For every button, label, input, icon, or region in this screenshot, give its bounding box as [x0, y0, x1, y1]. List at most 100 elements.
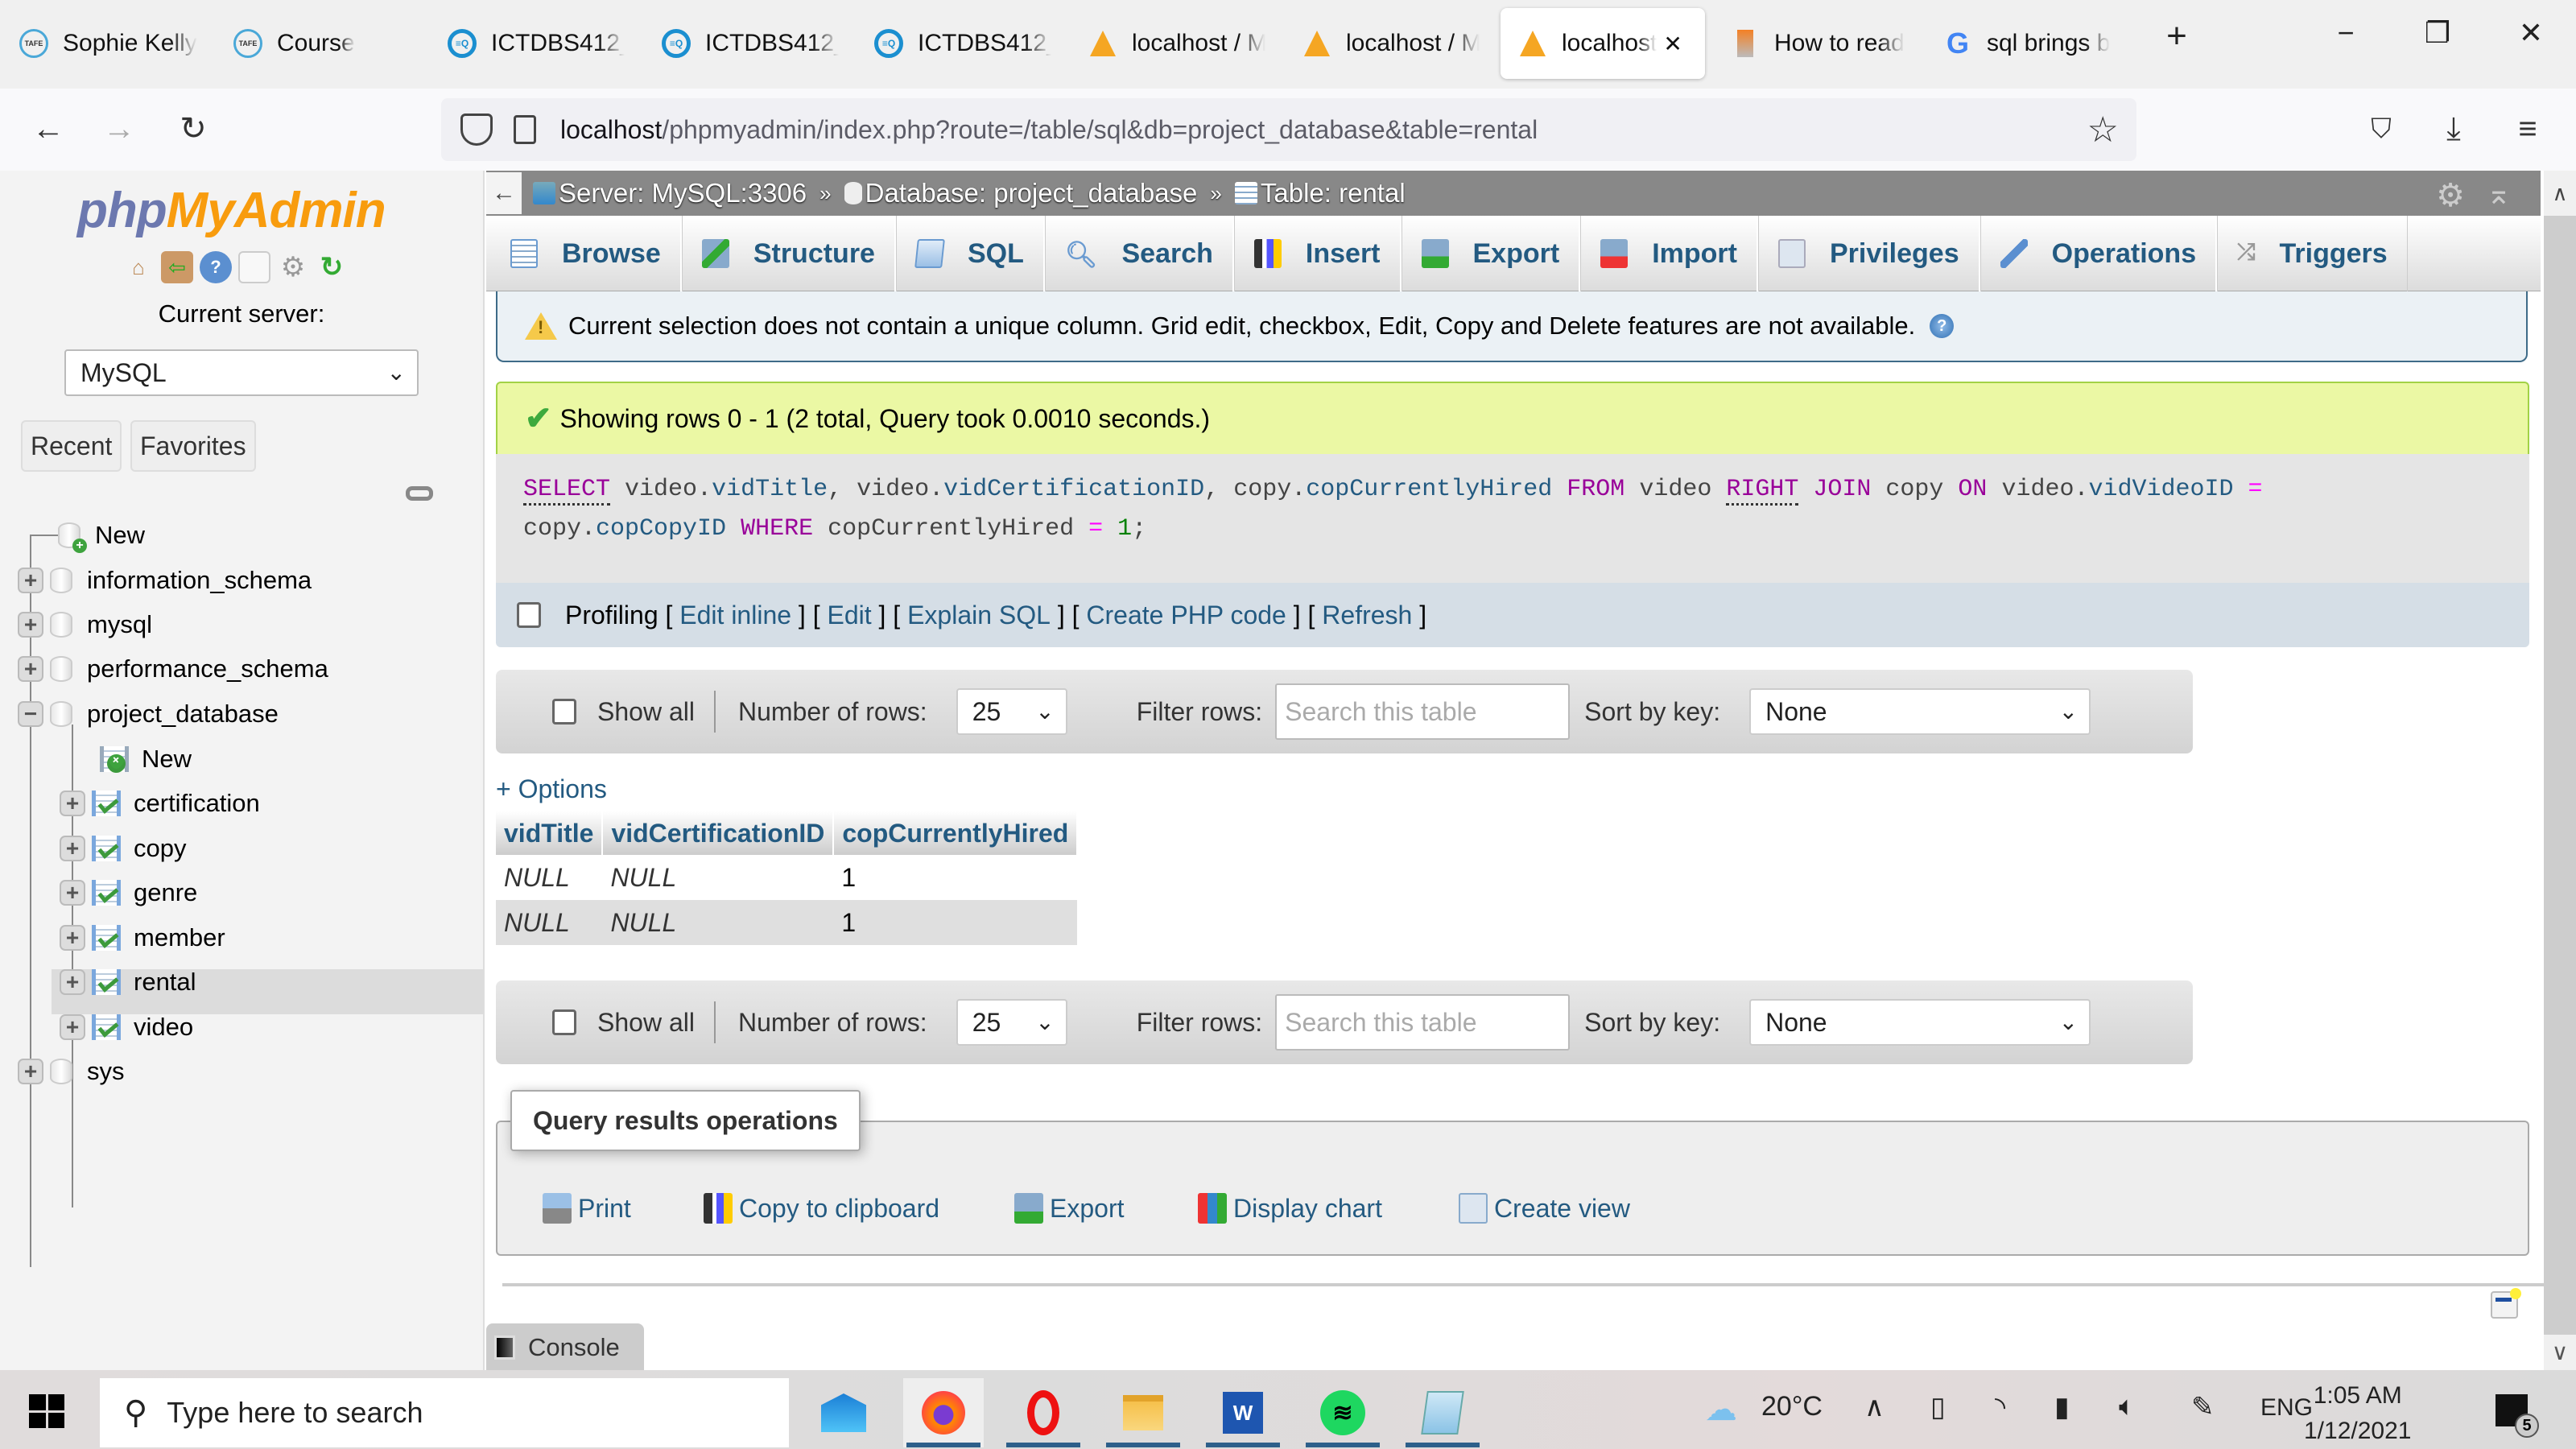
- tree-db-information-schema[interactable]: + information_schema: [18, 560, 312, 601]
- edit-inline-link[interactable]: Edit inline: [679, 601, 791, 630]
- expand-plus-icon[interactable]: +: [60, 791, 85, 816]
- column-header[interactable]: copCurrentlyHired: [833, 811, 1079, 855]
- server-select[interactable]: MySQL ⌄: [64, 349, 419, 396]
- meet-now-icon[interactable]: ▯: [1930, 1391, 1946, 1423]
- back-arrow-icon[interactable]: ←: [486, 172, 522, 214]
- favorites-button[interactable]: Favorites: [130, 420, 256, 472]
- download-icon[interactable]: ⤓: [2431, 106, 2476, 151]
- filter-rows-input[interactable]: Search this table: [1275, 994, 1571, 1051]
- logout-icon[interactable]: ⇦: [161, 251, 193, 283]
- phpmyadmin-logo[interactable]: phpMyAdmin: [77, 182, 386, 239]
- expand-plus-icon[interactable]: +: [60, 969, 85, 995]
- restore-button[interactable]: ❐: [2413, 16, 2462, 50]
- number-of-rows-select[interactable]: 25 ⌄: [956, 688, 1067, 735]
- browser-tab[interactable]: TAFE Course: [233, 8, 394, 79]
- browser-tab[interactable]: ≡Q ICTDBS412_: [874, 8, 1051, 79]
- tree-new-database[interactable]: New: [58, 515, 145, 555]
- menu-icon[interactable]: ≡: [2505, 106, 2550, 151]
- forward-arrow-icon[interactable]: →: [97, 106, 142, 151]
- filter-rows-input[interactable]: Search this table: [1275, 683, 1571, 740]
- settings-gear-icon[interactable]: ⚙: [277, 251, 309, 283]
- browser-tab[interactable]: How to read: [1731, 8, 1916, 79]
- sql-keyword[interactable]: RIGHT: [1726, 476, 1799, 506]
- taskbar-search[interactable]: ⚲ Type here to search: [100, 1378, 789, 1447]
- show-all-checkbox[interactable]: [552, 699, 576, 724]
- sort-by-key-select[interactable]: None ⌄: [1749, 999, 2091, 1046]
- collapse-minus-icon[interactable]: −: [18, 701, 43, 727]
- back-arrow-icon[interactable]: ←: [26, 106, 71, 151]
- scroll-up-icon[interactable]: ∧: [2544, 171, 2576, 216]
- breadcrumb-server[interactable]: Server: MySQL:3306: [559, 178, 807, 208]
- tab-export[interactable]: Export: [1401, 216, 1581, 291]
- number-of-rows-select[interactable]: 25 ⌄: [956, 999, 1067, 1046]
- tree-db-mysql[interactable]: + mysql: [18, 605, 152, 645]
- docs-icon[interactable]: [238, 251, 270, 283]
- close-tab-icon[interactable]: ✕: [1663, 31, 1682, 57]
- pen-icon[interactable]: ✎: [2191, 1391, 2215, 1423]
- notepad-app[interactable]: [1402, 1378, 1483, 1447]
- collapse-top-icon[interactable]: ⌅: [2486, 175, 2512, 212]
- settings-gear-icon[interactable]: ⚙: [2436, 177, 2465, 214]
- tab-triggers[interactable]: ⤮ Triggers: [2217, 216, 2408, 291]
- browser-tab[interactable]: Gsql brings b: [1943, 8, 2120, 79]
- reload-nav-icon[interactable]: ↻: [316, 251, 348, 283]
- expand-plus-icon[interactable]: +: [60, 1014, 85, 1040]
- weather-icon[interactable]: ☁: [1705, 1391, 1737, 1428]
- bookmark-star-icon[interactable]: ☆: [2087, 109, 2119, 151]
- expand-plus-icon[interactable]: +: [18, 656, 43, 682]
- console-toggle[interactable]: Console: [486, 1323, 644, 1370]
- minimize-button[interactable]: −: [2322, 16, 2370, 50]
- tree-table-genre[interactable]: + genre: [60, 873, 197, 913]
- notification-icon[interactable]: [2491, 1288, 2521, 1319]
- tree-table-video[interactable]: + video: [60, 1007, 193, 1047]
- tab-insert[interactable]: Insert: [1233, 216, 1402, 291]
- recent-button[interactable]: Recent: [21, 420, 122, 472]
- print-link[interactable]: Print: [543, 1193, 631, 1224]
- breadcrumb-table[interactable]: Table: rental: [1261, 178, 1406, 208]
- home-icon[interactable]: ⌂: [122, 251, 155, 283]
- display-chart-link[interactable]: Display chart: [1198, 1193, 1382, 1224]
- tree-table-member[interactable]: + member: [60, 918, 225, 958]
- copy-to-clipboard-link[interactable]: Copy to clipboard: [704, 1193, 939, 1224]
- expand-plus-icon[interactable]: +: [60, 925, 85, 951]
- reload-icon[interactable]: ↻: [171, 106, 216, 151]
- column-header[interactable]: vidCertificationID: [602, 811, 835, 855]
- tree-db-sys[interactable]: + sys: [18, 1051, 125, 1092]
- close-window-button[interactable]: ✕: [2507, 16, 2555, 50]
- page-scrollbar[interactable]: ∧ ∨: [2544, 171, 2576, 1370]
- wifi-icon[interactable]: ◝: [1995, 1391, 2005, 1423]
- browser-tab[interactable]: localhost / M: [1302, 8, 1480, 79]
- expand-plus-icon[interactable]: +: [60, 836, 85, 861]
- browser-tab[interactable]: ≡Q ICTDBS412_: [662, 8, 839, 79]
- help-icon[interactable]: ?: [1930, 314, 1955, 338]
- browser-tab[interactable]: ≡Q ICTDBS412_: [448, 8, 625, 79]
- mail-app[interactable]: [803, 1378, 884, 1447]
- browser-tab[interactable]: TAFE Sophie Kelly: [19, 8, 204, 79]
- expand-plus-icon[interactable]: +: [18, 1059, 43, 1084]
- options-link[interactable]: + Options: [496, 774, 607, 804]
- profiling-checkbox[interactable]: [517, 602, 541, 628]
- tree-table-certification[interactable]: + certification: [60, 783, 260, 824]
- windows-start-icon[interactable]: [29, 1394, 64, 1428]
- volume-icon[interactable]: 🔈︎: [2119, 1391, 2135, 1422]
- firefox-app[interactable]: [903, 1378, 984, 1447]
- new-tab-button[interactable]: +: [2153, 16, 2201, 56]
- tree-db-project-database[interactable]: − project_database: [18, 694, 279, 734]
- help-icon[interactable]: ?: [200, 251, 232, 283]
- expand-plus-icon[interactable]: +: [18, 568, 43, 593]
- battery-icon[interactable]: ▮: [2054, 1391, 2070, 1423]
- tab-search[interactable]: 🔍︎ Search: [1044, 216, 1234, 291]
- tab-sql[interactable]: SQL: [895, 216, 1045, 291]
- pocket-icon[interactable]: ⛉: [2359, 106, 2404, 151]
- word-app[interactable]: W: [1203, 1378, 1283, 1447]
- show-hidden-icons-icon[interactable]: ∧: [1864, 1391, 1885, 1423]
- tab-privileges[interactable]: Privileges: [1757, 216, 1980, 291]
- weather-temp[interactable]: 20°C: [1761, 1391, 1823, 1422]
- action-center-icon[interactable]: 5: [2496, 1394, 2539, 1438]
- tab-operations[interactable]: Operations: [1979, 216, 2218, 291]
- column-header[interactable]: vidTitle: [496, 811, 604, 855]
- edit-link[interactable]: Edit: [827, 601, 871, 630]
- tab-browse[interactable]: Browse: [486, 216, 682, 291]
- spotify-app[interactable]: ≋: [1302, 1378, 1383, 1447]
- create-view-link[interactable]: Create view: [1459, 1193, 1630, 1224]
